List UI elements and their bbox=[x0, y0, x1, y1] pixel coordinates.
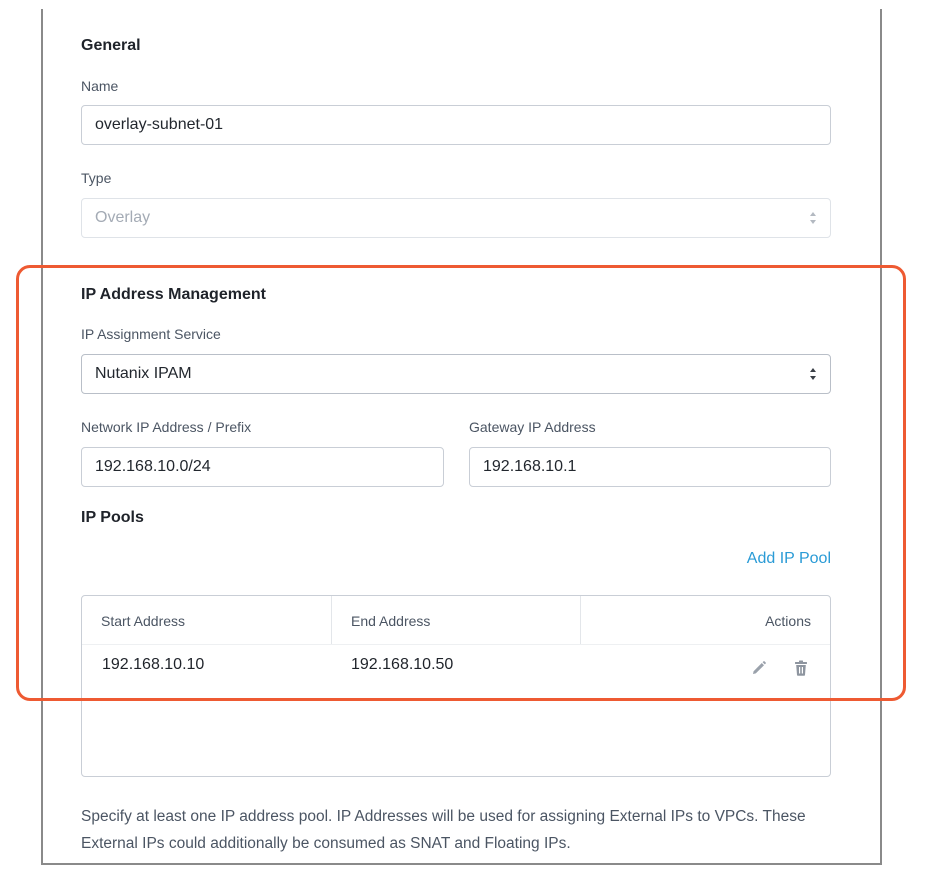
general-section-title: General bbox=[81, 37, 141, 54]
name-label: Name bbox=[81, 78, 119, 94]
name-input[interactable]: overlay-subnet-01 bbox=[81, 105, 831, 145]
type-label: Type bbox=[81, 170, 112, 186]
ipam-highlight-box bbox=[16, 265, 906, 701]
select-caret-icon bbox=[810, 211, 818, 225]
type-select-value: Overlay bbox=[95, 209, 151, 226]
type-select: Overlay bbox=[81, 198, 831, 238]
name-input-value: overlay-subnet-01 bbox=[95, 116, 224, 133]
ip-pool-help-text: Specify at least one IP address pool. IP… bbox=[81, 808, 806, 852]
